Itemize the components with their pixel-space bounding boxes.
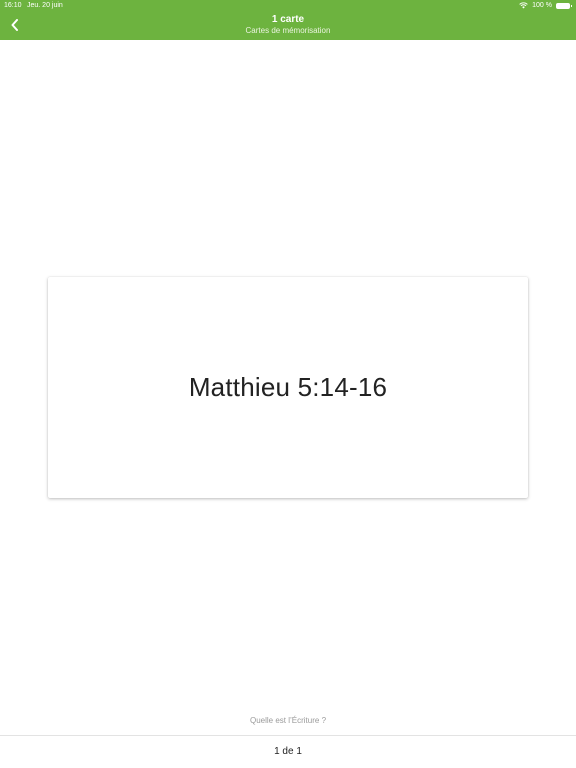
question-prompt: Quelle est l’Écriture ? bbox=[249, 716, 327, 725]
battery-percent: 100 % bbox=[532, 2, 552, 9]
flashcard-text: Matthieu 5:14-16 bbox=[188, 372, 388, 402]
header-titles: 1 carte Cartes de mémorisation bbox=[0, 14, 576, 36]
status-time: 16:10 bbox=[4, 2, 22, 9]
page-title: 1 carte bbox=[271, 14, 305, 25]
pager-indicator: 1 de 1 bbox=[274, 746, 302, 757]
footer-divider bbox=[0, 735, 576, 736]
page-subtitle: Cartes de mémorisation bbox=[245, 26, 331, 35]
status-right: 100 % bbox=[519, 0, 572, 11]
battery-icon bbox=[556, 2, 572, 9]
top-bar: 16:10 Jeu. 20 juin 100 % 1 carte Cartes … bbox=[0, 0, 576, 40]
status-bar: 16:10 Jeu. 20 juin 100 % bbox=[0, 0, 576, 11]
flashcard[interactable]: Matthieu 5:14-16 bbox=[48, 277, 528, 498]
status-date: Jeu. 20 juin bbox=[27, 2, 63, 9]
wifi-icon bbox=[519, 2, 528, 9]
